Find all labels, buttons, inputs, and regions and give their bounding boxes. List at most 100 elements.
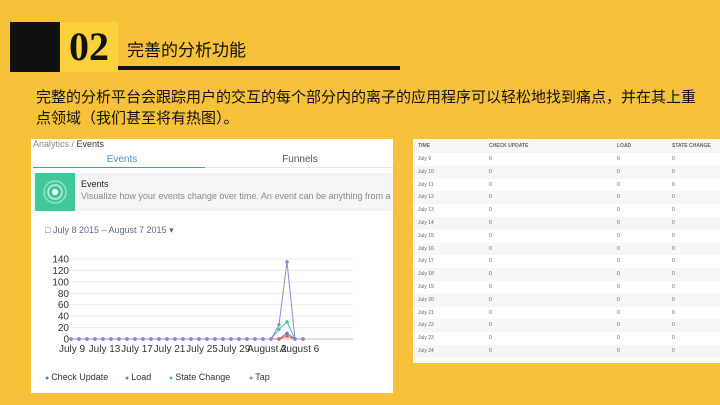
x-tick-label: July 9 [59,344,86,355]
table-cell: 0 [672,220,675,226]
table-cell: 0 [617,156,620,162]
table-cell: 0 [489,181,492,188]
table-row: July 18 0 0 0 [413,268,720,281]
data-point[interactable] [245,337,249,341]
data-point[interactable] [237,337,241,341]
number-block [10,22,60,72]
table-cell: 0 [489,309,492,316]
legend-item[interactable]: ● Check Update [45,372,108,382]
table-cell: 0 [617,258,620,265]
slide-body-text: 完整的分析平台会跟踪用户的交互的每个部分内的离子的应用程序可以轻松地找到痛点，并… [36,89,697,127]
table-cell: 0 [617,335,620,342]
table-cell: July 23 [418,335,434,342]
data-point[interactable] [109,337,113,341]
legend-item[interactable]: ● Load [125,372,151,382]
legend-item[interactable]: ● State Change [169,372,230,382]
data-point[interactable] [133,337,137,341]
data-point[interactable] [205,337,209,341]
header-state-change[interactable]: STATE CHANGE [672,139,711,153]
table-cell: July 20 [418,296,434,303]
data-point[interactable] [165,337,169,341]
table-cell: 0 [672,194,675,201]
data-point[interactable] [301,337,305,341]
data-point[interactable] [149,337,153,341]
data-point[interactable] [69,337,73,341]
data-point[interactable] [221,337,225,341]
table-cell: 0 [617,309,620,316]
table-cell: July 17 [418,258,434,265]
table-cell: 0 [489,258,492,265]
data-point[interactable] [285,320,289,324]
table-cell: 0 [489,245,492,252]
table-cell: 0 [617,245,620,252]
table-cell: 0 [489,348,492,354]
header-check-update[interactable]: CHECK UPDATE [489,139,528,153]
y-tick-label: 20 [58,323,70,334]
table-cell: 0 [617,271,620,278]
data-point[interactable] [277,327,281,331]
data-point[interactable] [229,337,233,341]
y-tick-label: 40 [58,312,70,323]
data-point[interactable] [261,337,265,341]
table-cell: July 19 [418,284,434,290]
table-cell: 0 [617,284,620,290]
table-cell: 0 [672,322,675,329]
table-cell: 0 [672,258,675,265]
data-point[interactable] [277,337,281,341]
data-point[interactable] [181,337,185,341]
table-cell: 0 [672,348,675,354]
table-cell: 0 [617,181,620,188]
data-point[interactable] [213,337,217,341]
table-cell: 0 [489,296,492,303]
data-point[interactable] [173,337,177,341]
analytics-screenshot: Analytics / Events Events Funnels Events… [31,139,393,393]
data-point[interactable] [93,337,97,341]
data-point[interactable] [293,337,297,341]
data-point[interactable] [101,337,105,341]
table-cell: July 22 [418,322,434,329]
data-point[interactable] [117,337,121,341]
legend-label: Load [131,372,152,382]
y-tick-label: 120 [52,266,69,277]
series-line [71,321,303,340]
data-point[interactable] [77,337,81,341]
table-row: July 11 0 0 0 [413,178,720,192]
table-cell: 0 [617,348,620,354]
data-point[interactable] [85,337,89,341]
table-cell: 0 [489,284,492,290]
data-point[interactable] [189,337,193,341]
table-cell: July 13 [418,207,434,214]
data-point[interactable] [141,337,145,341]
legend-item[interactable]: ● Tap [249,372,270,382]
table-cell: 0 [672,335,675,342]
data-point[interactable] [157,337,161,341]
table-cell: 0 [672,181,675,188]
table-cell: 0 [672,296,675,303]
table-cell: 0 [489,194,492,201]
table-cell: July 18 [418,271,434,278]
table-row: July 17 0 0 0 [413,255,720,269]
data-point[interactable] [253,337,257,341]
data-point[interactable] [277,323,281,327]
table-cell: 0 [672,271,675,278]
header-load[interactable]: LOAD [617,139,631,153]
table-row: July 12 0 0 0 [413,191,720,205]
table-cell: 0 [489,322,492,329]
table-cell: July 21 [418,309,434,316]
data-point[interactable] [125,337,129,341]
table-cell: 0 [672,168,675,175]
data-point[interactable] [269,337,273,341]
table-row: July 16 0 0 0 [413,242,720,256]
y-tick-label: 80 [58,289,70,300]
table-cell: 0 [672,309,675,316]
table-cell: 0 [672,245,675,252]
title-underline [118,66,400,70]
legend-label: State Change [175,372,231,382]
table-row: July 22 0 0 0 [413,319,720,333]
data-point[interactable] [285,334,289,338]
data-point[interactable] [285,260,289,264]
header-time[interactable]: TIME [418,139,430,153]
data-point[interactable] [197,337,201,341]
y-tick-label: 140 [52,255,69,266]
table-cell: 0 [617,168,620,175]
